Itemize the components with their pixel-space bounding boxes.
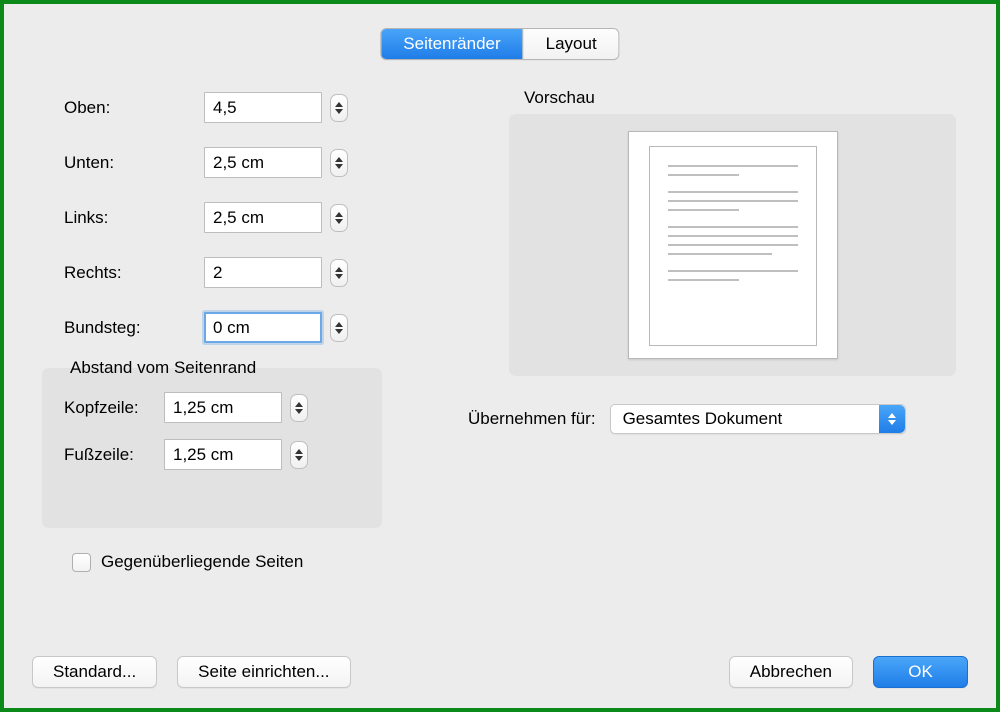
input-header[interactable] (164, 392, 282, 423)
row-footer: Fußzeile: (64, 439, 382, 470)
select-arrow-icon (879, 405, 905, 433)
page-setup-button[interactable]: Seite einrichten... (177, 656, 350, 688)
chevron-down-icon (295, 456, 303, 461)
stepper-header[interactable] (290, 394, 308, 422)
chevron-up-icon (335, 322, 343, 327)
margin-fields: Oben: Unten: (64, 92, 404, 367)
stepper-gutter[interactable] (330, 314, 348, 342)
label-left: Links: (64, 208, 204, 228)
default-button-label: Standard... (53, 662, 136, 682)
row-gutter: Bundsteg: (64, 312, 404, 343)
ok-button-label: OK (908, 662, 933, 682)
row-right: Rechts: (64, 257, 404, 288)
tab-bar: Seitenränder Layout (380, 28, 619, 60)
spinner-right (204, 257, 348, 288)
button-bar: Standard... Seite einrichten... Abbreche… (32, 656, 968, 688)
apply-to-value: Gesamtes Dokument (623, 409, 783, 429)
mirror-pages-row: Gegenüberliegende Seiten (72, 552, 303, 572)
chevron-down-icon (295, 409, 303, 414)
page-setup-button-label: Seite einrichten... (198, 662, 329, 682)
chevron-up-icon (335, 102, 343, 107)
cancel-button-label: Abbrechen (750, 662, 832, 682)
stepper-footer[interactable] (290, 441, 308, 469)
chevron-down-icon (335, 329, 343, 334)
cancel-button[interactable]: Abbrechen (729, 656, 853, 688)
label-bottom: Unten: (64, 153, 204, 173)
chevron-up-icon (335, 267, 343, 272)
apply-to-select[interactable]: Gesamtes Dokument (610, 404, 906, 434)
spinner-top (204, 92, 348, 123)
input-left[interactable] (204, 202, 322, 233)
preview-box (509, 114, 956, 376)
spinner-left (204, 202, 348, 233)
dialog-window: Seitenränder Layout Oben: Unten: (0, 0, 1000, 712)
default-button[interactable]: Standard... (32, 656, 157, 688)
row-left: Links: (64, 202, 404, 233)
label-header: Kopfzeile: (64, 398, 164, 418)
input-gutter[interactable] (204, 312, 322, 343)
content-area: Oben: Unten: (24, 74, 976, 628)
label-footer: Fußzeile: (64, 445, 164, 465)
tab-layout[interactable]: Layout (523, 29, 619, 59)
stepper-bottom[interactable] (330, 149, 348, 177)
row-header: Kopfzeile: (64, 392, 382, 423)
label-right: Rechts: (64, 263, 204, 283)
chevron-down-icon (335, 109, 343, 114)
chevron-down-icon (888, 420, 896, 425)
tab-margins[interactable]: Seitenränder (381, 29, 522, 59)
input-right[interactable] (204, 257, 322, 288)
chevron-up-icon (335, 212, 343, 217)
ok-button[interactable]: OK (873, 656, 968, 688)
input-bottom[interactable] (204, 147, 322, 178)
spinner-gutter (204, 312, 348, 343)
stepper-right[interactable] (330, 259, 348, 287)
mirror-pages-label: Gegenüberliegende Seiten (101, 552, 303, 572)
apply-to-row: Übernehmen für: Gesamtes Dokument (468, 404, 906, 434)
input-footer[interactable] (164, 439, 282, 470)
mirror-pages-checkbox[interactable] (72, 553, 91, 572)
spinner-header (164, 392, 308, 423)
tab-margins-label: Seitenränder (403, 34, 500, 53)
chevron-up-icon (295, 449, 303, 454)
row-bottom: Unten: (64, 147, 404, 178)
chevron-up-icon (295, 402, 303, 407)
input-top[interactable] (204, 92, 322, 123)
label-top: Oben: (64, 98, 204, 118)
chevron-down-icon (335, 219, 343, 224)
preview-label: Vorschau (524, 88, 595, 108)
stepper-left[interactable] (330, 204, 348, 232)
chevron-down-icon (335, 164, 343, 169)
chevron-up-icon (335, 157, 343, 162)
preview-page-inner (649, 146, 817, 346)
tab-layout-label: Layout (546, 34, 597, 53)
group-edge-distance: Abstand vom Seitenrand Kopfzeile: Fußzei… (42, 368, 382, 528)
preview-page-outer (628, 131, 838, 359)
group-edge-distance-title: Abstand vom Seitenrand (66, 358, 260, 378)
row-top: Oben: (64, 92, 404, 123)
spinner-bottom (204, 147, 348, 178)
chevron-up-icon (888, 413, 896, 418)
spinner-footer (164, 439, 308, 470)
stepper-top[interactable] (330, 94, 348, 122)
apply-to-label: Übernehmen für: (468, 409, 596, 429)
label-gutter: Bundsteg: (64, 318, 204, 338)
chevron-down-icon (335, 274, 343, 279)
